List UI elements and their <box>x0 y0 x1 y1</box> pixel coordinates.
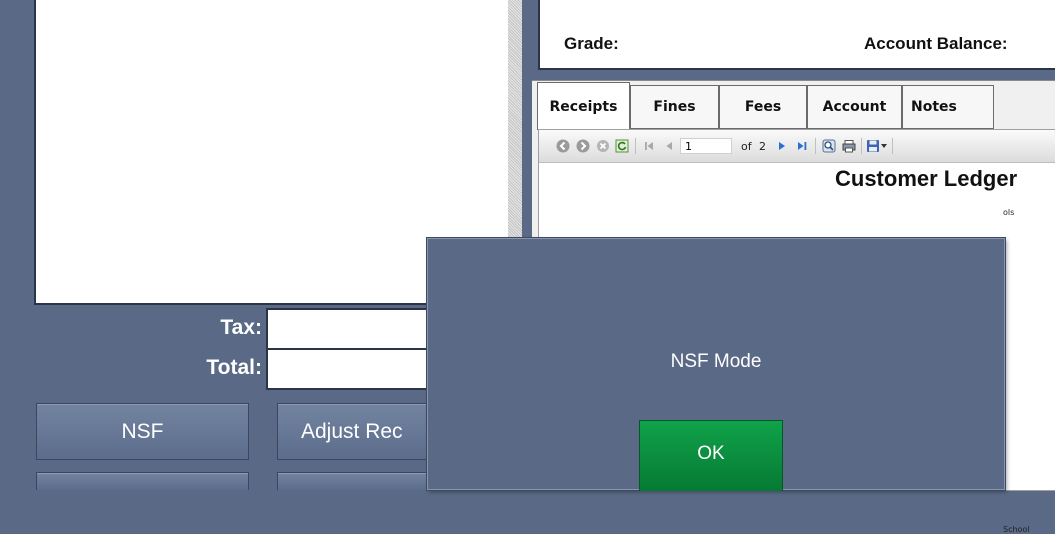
zoom-icon[interactable] <box>822 139 836 153</box>
adjust-receipt-button-label: Adjust Rec <box>301 419 403 443</box>
report-title: Customer Ledger <box>835 166 1018 191</box>
back-icon[interactable] <box>556 139 570 153</box>
page-number-value: 1 <box>685 140 692 153</box>
first-page-icon[interactable] <box>642 139 656 153</box>
total-label: Total: <box>206 356 262 379</box>
tab-notes[interactable]: Notes <box>902 85 994 129</box>
tab-fees[interactable]: Fees <box>719 85 807 129</box>
tab-account[interactable]: Account <box>807 85 902 129</box>
tab-fees-label: Fees <box>744 99 782 115</box>
next-page-icon[interactable] <box>775 139 789 153</box>
stop-icon[interactable] <box>596 139 610 153</box>
ok-button[interactable]: OK <box>639 420 783 491</box>
tax-label: Tax: <box>220 316 262 339</box>
tab-notes-label: Notes <box>911 99 957 115</box>
page-of-label: of <box>741 140 752 153</box>
page-number-input[interactable]: 1 <box>680 138 732 154</box>
tab-receipts[interactable]: Receipts <box>537 82 630 130</box>
report-toolbar: 1 of 2 <box>539 130 1055 163</box>
tab-fines-label: Fines <box>653 99 696 115</box>
last-page-icon[interactable] <box>795 139 809 153</box>
save-icon[interactable] <box>866 139 880 153</box>
report-fragment-top: ols <box>1003 208 1015 217</box>
dialog-message: NSF Mode <box>670 351 762 372</box>
page-total: 2 <box>759 140 766 153</box>
previous-page-icon[interactable] <box>662 139 676 153</box>
grade-label: Grade: <box>564 34 619 53</box>
customer-info-bar: Grade: Account Balance: <box>538 0 1055 70</box>
nsf-button-label: NSF <box>121 419 164 443</box>
tab-fines[interactable]: Fines <box>630 85 719 129</box>
tab-receipts-label: Receipts <box>549 98 618 115</box>
nsf-mode-dialog: NSF Mode OK <box>427 238 1005 491</box>
print-icon[interactable] <box>842 139 856 153</box>
chevron-down-icon[interactable] <box>881 144 887 148</box>
refresh-icon[interactable] <box>615 139 629 153</box>
tab-account-label: Account <box>822 99 887 115</box>
action-button-row2-left[interactable] <box>36 472 249 490</box>
nsf-button[interactable]: NSF <box>36 403 249 460</box>
report-fragment-bottom: School <box>1003 525 1030 534</box>
ok-button-label: OK <box>697 443 725 464</box>
account-balance-label: Account Balance: <box>864 34 1008 53</box>
forward-icon[interactable] <box>576 139 590 153</box>
